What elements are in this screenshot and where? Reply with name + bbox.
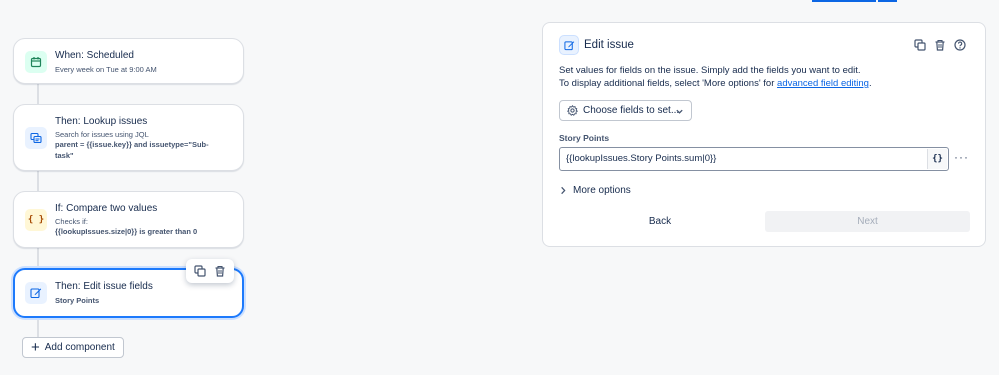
card-subtitle: Checks if: bbox=[55, 217, 88, 226]
edit-issue-panel: Edit issue Set values for fields on the … bbox=[542, 22, 986, 247]
card-subtitle: Search for issues using JQL bbox=[55, 130, 149, 139]
top-primary-button-edge[interactable] bbox=[812, 0, 897, 2]
card-detail: parent = {{issue.key}} and issuetype="Su… bbox=[55, 140, 209, 160]
story-points-input[interactable]: {{lookupIssues.Story Points.sum|0}} bbox=[559, 147, 949, 171]
calendar-icon bbox=[25, 51, 47, 73]
choose-fields-label: Choose fields to set... bbox=[583, 105, 680, 116]
gear-icon bbox=[567, 105, 578, 116]
copy-icon bbox=[914, 39, 926, 51]
next-button[interactable]: Next bbox=[765, 211, 970, 232]
panel-description: Set values for fields on the issue. Simp… bbox=[559, 65, 861, 76]
card-detail: {{lookupIssues.size|0}} is greater than … bbox=[55, 227, 198, 236]
card-detail: Story Points bbox=[55, 296, 100, 305]
description-line-2-suffix: . bbox=[868, 78, 872, 89]
more-actions-button[interactable]: ··· bbox=[954, 150, 969, 164]
add-component-label: Add component bbox=[44, 342, 115, 353]
more-options-label: More options bbox=[573, 185, 631, 196]
curly-braces-icon: { } bbox=[25, 209, 47, 231]
edit-icon bbox=[25, 282, 47, 304]
action-card-lookup-issues[interactable]: Then: Lookup issues Search for issues us… bbox=[13, 104, 244, 171]
help-icon bbox=[954, 39, 966, 51]
flow-connector bbox=[37, 171, 39, 191]
chevron-right-icon bbox=[561, 186, 566, 195]
description-line-2: To display additional fields, select 'Mo… bbox=[559, 78, 778, 89]
edit-icon bbox=[559, 35, 579, 55]
trigger-card-scheduled[interactable]: When: Scheduled Every week on Tue at 9:0… bbox=[13, 38, 244, 84]
advanced-field-editing-link[interactable]: advanced field editing bbox=[777, 78, 869, 89]
card-toolbar bbox=[186, 259, 234, 283]
story-points-label: Story Points bbox=[559, 133, 610, 143]
lookup-issues-icon bbox=[25, 127, 47, 149]
flow-connector bbox=[37, 84, 39, 104]
trash-icon bbox=[935, 39, 945, 51]
help-button[interactable] bbox=[952, 37, 968, 53]
smart-value-button[interactable]: {} bbox=[927, 149, 947, 169]
flow-connector bbox=[37, 248, 39, 268]
condition-card-compare[interactable]: { } If: Compare two values Checks if: {{… bbox=[13, 191, 244, 248]
card-title: Then: Edit issue fields bbox=[55, 281, 153, 292]
plus-icon: + bbox=[31, 339, 40, 356]
card-title: Then: Lookup issues bbox=[55, 116, 148, 127]
panel-description: To display additional fields, select 'Mo… bbox=[559, 78, 872, 89]
duplicate-button[interactable] bbox=[912, 37, 928, 53]
more-options-toggle[interactable]: More options bbox=[559, 185, 631, 196]
add-component-button[interactable]: + Add component bbox=[22, 337, 124, 358]
flow-connector bbox=[37, 318, 39, 338]
choose-fields-dropdown[interactable]: Choose fields to set... bbox=[559, 100, 692, 121]
copy-icon bbox=[194, 265, 206, 277]
chevron-down-icon bbox=[676, 109, 683, 114]
card-title: When: Scheduled bbox=[55, 50, 134, 61]
card-subtitle: Every week on Tue at 9:00 AM bbox=[55, 65, 157, 74]
back-button[interactable]: Back bbox=[559, 211, 761, 232]
card-title: If: Compare two values bbox=[55, 203, 158, 214]
delete-button[interactable] bbox=[211, 262, 229, 280]
trash-icon bbox=[215, 265, 225, 277]
delete-button[interactable] bbox=[932, 37, 948, 53]
duplicate-button[interactable] bbox=[191, 262, 209, 280]
panel-title: Edit issue bbox=[584, 39, 634, 51]
description-line-1: Set values for fields on the issue. Simp… bbox=[559, 65, 861, 76]
